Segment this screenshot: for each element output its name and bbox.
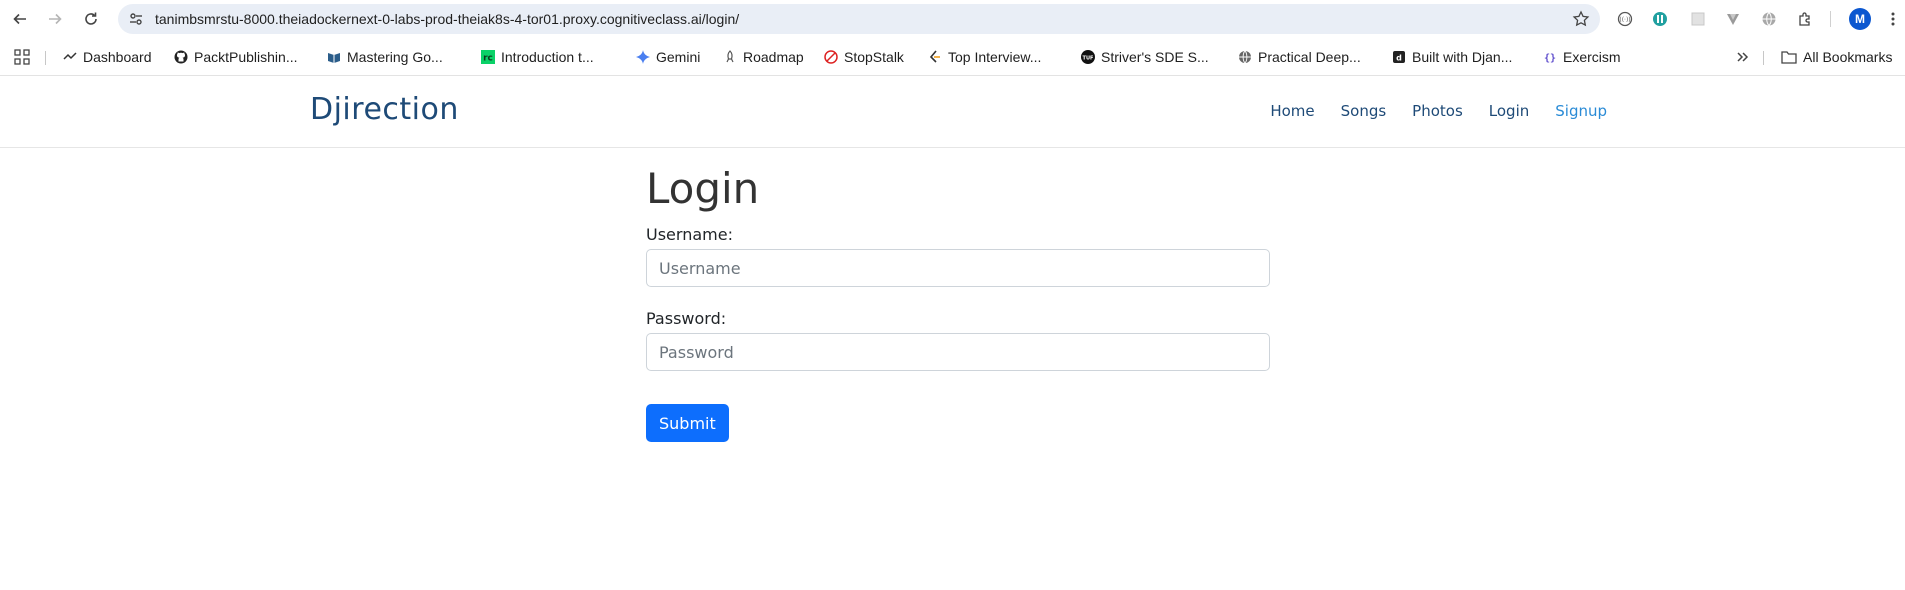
gemini-icon [636,50,650,64]
bookmark-built-with-django[interactable]: d Built with Djan... [1392,47,1512,67]
nav-home[interactable]: Home [1270,102,1314,120]
bookmarks-bar: Dashboard PacktPublishin... Mastering Go… [0,38,1905,76]
bookmark-exercism[interactable]: {} Exercism [1543,47,1621,67]
back-icon[interactable] [8,7,32,31]
all-bookmarks-label: All Bookmarks [1803,49,1893,65]
bookmark-packtpublishing[interactable]: PacktPublishin... [174,47,298,67]
rc-icon: rc [481,50,495,64]
bookmark-label: Top Interview... [948,49,1042,65]
nav-signup[interactable]: Signup [1555,102,1607,120]
reader-icon[interactable]: ((·)) [1615,9,1635,29]
username-label: Username: [646,225,733,244]
svg-text:rc: rc [483,54,493,64]
username-input[interactable] [646,249,1270,287]
bookmark-label: Gemini [656,49,701,65]
password-input[interactable] [646,333,1270,371]
bookmark-mastering-go[interactable]: Mastering Go... [327,47,443,67]
bookmark-label: Practical Deep... [1258,49,1361,65]
bookmark-introduction[interactable]: rc Introduction t... [481,47,594,67]
rocket-icon [723,50,737,64]
bookmark-top-interview[interactable]: Top Interview... [928,47,1041,67]
bookmark-gemini[interactable]: Gemini [636,47,700,67]
extension-m-icon[interactable] [1650,9,1670,29]
extension-v-icon[interactable] [1723,9,1743,29]
bookmarks-divider [45,51,46,65]
url-text[interactable]: tanimbsmrstu-8000.theiadockernext-0-labs… [155,11,739,27]
profile-avatar[interactable]: M [1849,8,1871,30]
bookmark-strivers-sde[interactable]: TUF Striver's SDE S... [1081,47,1209,67]
all-bookmarks-folder[interactable]: All Bookmarks [1781,47,1892,67]
nav-songs[interactable]: Songs [1341,102,1387,120]
bookmarks-divider [1763,51,1764,65]
browser-menu-icon[interactable] [1885,9,1901,29]
bookmark-label: Exercism [1563,49,1621,65]
bookmark-stopstalk[interactable]: StopStalk [824,47,904,67]
bookmark-roadmap[interactable]: Roadmap [723,47,804,67]
login-form: Login Username: Password: Submit [646,163,1270,442]
bookmark-label: Introduction t... [501,49,594,65]
bookmark-practical-deep[interactable]: Practical Deep... [1238,47,1361,67]
site-navbar: Djirection Home Songs Photos Login Signu… [0,76,1905,148]
password-label: Password: [646,309,727,328]
exercism-icon: {} [1543,50,1557,64]
bookmark-label: PacktPublishin... [194,49,298,65]
submit-button[interactable]: Submit [646,404,729,442]
site-info-icon[interactable] [128,11,144,27]
svg-text:{}: {} [1544,53,1556,64]
more-bookmarks-icon[interactable] [1735,47,1749,67]
book-icon [327,50,341,64]
page-title: Login [646,164,760,213]
bookmark-label: Roadmap [743,49,804,65]
folder-icon [1781,50,1797,64]
extension-square-icon[interactable] [1688,9,1708,29]
bookmark-label: StopStalk [844,49,904,65]
svg-text:d: d [1396,53,1402,62]
bookmark-dashboard[interactable]: Dashboard [63,47,152,67]
svg-text:((·)): ((·)) [1619,17,1630,24]
globe-icon [1238,50,1252,64]
address-bar[interactable]: tanimbsmrstu-8000.theiadockernext-0-labs… [118,4,1600,34]
site-brand[interactable]: Djirection [310,92,459,127]
browser-toolbar: tanimbsmrstu-8000.theiadockernext-0-labs… [0,0,1905,38]
django-icon: d [1392,50,1406,64]
bookmark-label: Striver's SDE S... [1101,49,1209,65]
nav-photos[interactable]: Photos [1412,102,1463,120]
extension-globe-icon[interactable] [1759,9,1779,29]
forward-icon[interactable] [43,7,67,31]
extensions-puzzle-icon[interactable] [1795,9,1815,29]
leetcode-icon [928,50,942,64]
apps-grid-icon[interactable] [14,47,30,67]
github-icon [174,50,188,64]
dashboard-icon [63,50,77,64]
nav-login[interactable]: Login [1489,102,1529,120]
bookmark-label: Built with Djan... [1412,49,1513,65]
reload-icon[interactable] [79,7,103,31]
tuf-icon: TUF [1081,50,1095,64]
toolbar-divider [1830,11,1831,27]
field-spacer [646,287,1270,299]
svg-text:TUF: TUF [1083,55,1094,61]
site-nav-links: Home Songs Photos Login Signup [1244,102,1607,120]
bookmark-label: Mastering Go... [347,49,443,65]
stopstalk-icon [824,50,838,64]
bookmark-label: Dashboard [83,49,152,65]
bookmark-star-icon[interactable] [1572,10,1590,28]
